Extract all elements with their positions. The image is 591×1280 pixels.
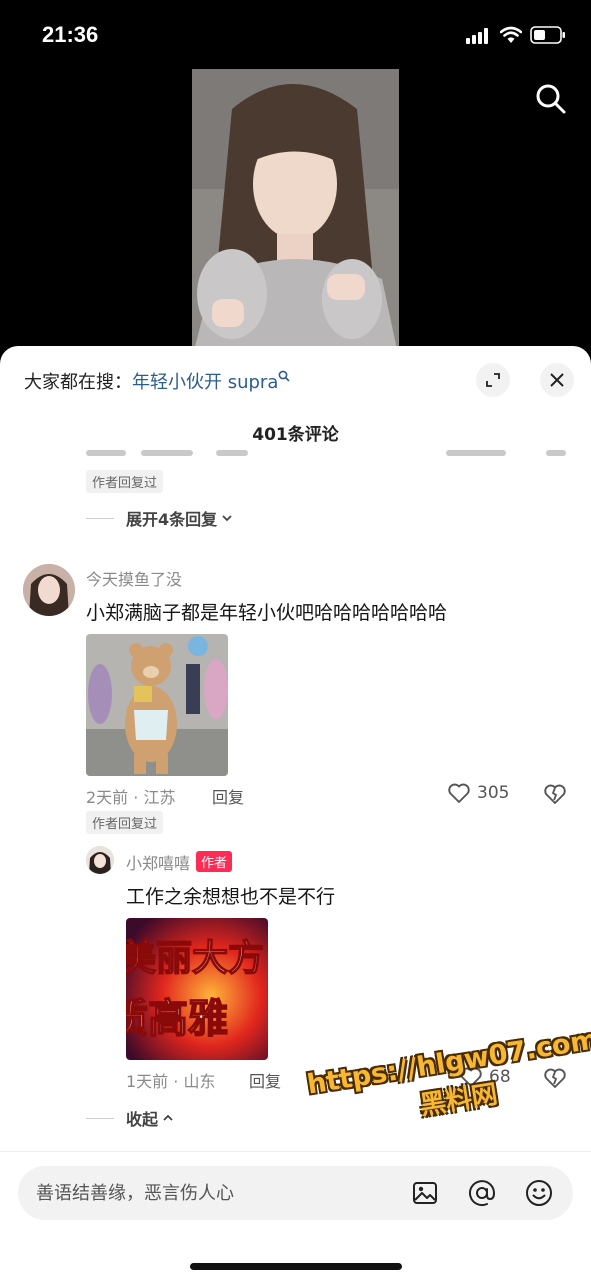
reply-username-row: 小郑嘻嘻 作者 [126, 850, 233, 874]
search-icon[interactable] [535, 83, 567, 115]
divider [86, 1117, 114, 1119]
reply-image[interactable]: 美丽大方 质高雅 [126, 918, 268, 1060]
like-count: 305 [477, 783, 510, 803]
like-button[interactable]: 305 [447, 782, 509, 804]
video-frame [192, 69, 399, 359]
reply-avatar[interactable] [86, 846, 114, 874]
reply-text: 工作之余想想也不是不行 [126, 886, 336, 908]
heart-icon [448, 783, 470, 803]
hot-search-keyword[interactable]: 年轻小伙开 supra [132, 372, 278, 393]
sticker-text-top: 美丽大方 [126, 938, 264, 979]
bear-mascot-image [86, 634, 228, 776]
mini-search-icon [278, 370, 290, 382]
reply-reply-button[interactable]: 回复 [249, 1068, 281, 1092]
at-icon[interactable] [468, 1179, 496, 1207]
reply-username[interactable]: 小郑嘻嘻 [126, 854, 190, 873]
comment-text: 小郑满脑子都是年轻小伙吧哈哈哈哈哈哈哈 [86, 602, 448, 624]
battery-icon [530, 26, 565, 44]
avatar[interactable] [23, 564, 75, 616]
expand-button[interactable] [476, 363, 510, 397]
image-icon[interactable] [411, 1179, 439, 1207]
cellular-signal-icon [466, 28, 492, 44]
status-time: 21:36 [42, 22, 99, 47]
comment-input[interactable] [36, 1166, 396, 1220]
comment-input-box[interactable] [18, 1166, 573, 1220]
chevron-up-icon [163, 1114, 173, 1121]
comment-count: 401条评论 [252, 425, 339, 445]
author-replied-badge: 作者回复过 [86, 811, 164, 834]
chevron-down-icon [222, 515, 232, 522]
reply-button[interactable]: 回复 [212, 784, 244, 808]
comment-sheet: 大家都在搜：年轻小伙开 supra 401条评论 作者回复过 展开4条回复 今天… [0, 346, 591, 1280]
expand-icon [486, 373, 500, 387]
close-icon [550, 373, 564, 387]
reply-meta: 1天前 · 山东 [126, 1072, 216, 1091]
collapse-replies-button[interactable]: 收起 [86, 1106, 174, 1130]
comment-input-bar [0, 1151, 591, 1280]
avatar-image [86, 846, 114, 874]
avatar-image [23, 564, 75, 616]
author-tag: 作者 [196, 851, 233, 872]
hot-search-prefix: 大家都在搜： [24, 372, 132, 393]
expand-replies-button[interactable]: 展开4条回复 [86, 506, 233, 530]
status-bar: 21:36 [0, 0, 591, 70]
collapse-label: 收起 [126, 1110, 159, 1129]
home-indicator[interactable] [190, 1263, 402, 1270]
comment-username[interactable]: 今天摸鱼了没 [86, 566, 182, 590]
close-button[interactable] [540, 363, 574, 397]
broken-heart-icon[interactable] [543, 782, 567, 806]
sticker-text-bottom: 质高雅 [126, 996, 228, 1042]
comment-image[interactable] [86, 634, 228, 776]
hot-search[interactable]: 大家都在搜：年轻小伙开 supra [24, 368, 290, 394]
wifi-icon [500, 26, 522, 43]
screen: 21:36 大家都在搜：年轻小伙开 supra 401条评论 作者回复过 展开4… [0, 0, 591, 1280]
emoji-icon[interactable] [525, 1179, 553, 1207]
divider [86, 517, 114, 519]
video-player[interactable] [192, 69, 399, 359]
previous-comment-meta-cutoff [86, 446, 566, 458]
expand-replies-label: 展开4条回复 [126, 510, 218, 529]
author-replied-badge: 作者回复过 [86, 470, 164, 493]
sticker-image: 美丽大方 质高雅 [126, 918, 268, 1060]
comment-meta: 2天前 · 江苏 [86, 788, 176, 807]
